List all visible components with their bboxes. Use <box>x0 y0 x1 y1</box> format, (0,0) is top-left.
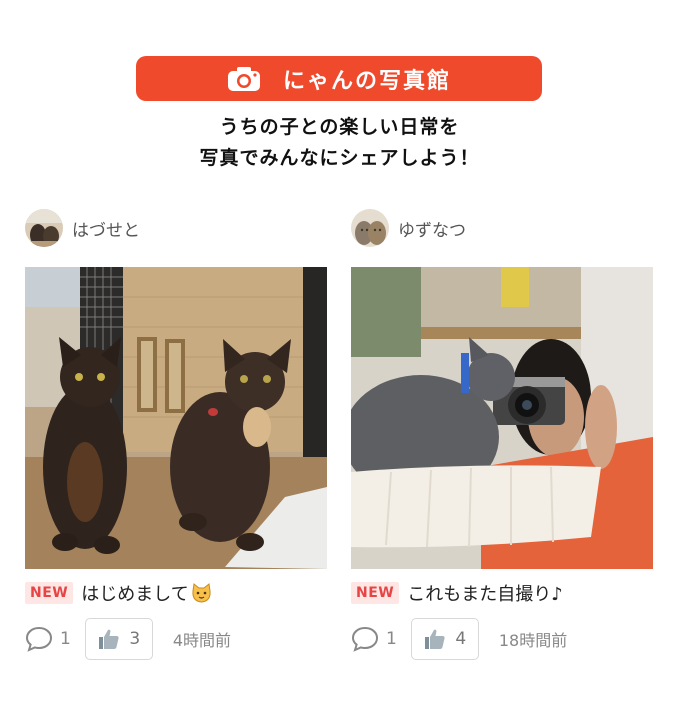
post-author[interactable]: ゆずなつ <box>351 208 653 248</box>
comment-count: 1 <box>386 629 397 649</box>
post-time: 4時間前 <box>172 631 232 650</box>
post-photo[interactable] <box>25 267 327 569</box>
post-author[interactable]: はづせと <box>25 208 327 248</box>
banner-title: にゃんの写真館 <box>282 68 451 94</box>
thumbs-up-icon <box>99 629 120 649</box>
site-banner: にゃんの写真館 <box>136 56 542 101</box>
post-actions: 1 4 18時間前 <box>351 618 567 660</box>
comment-button[interactable]: 1 <box>25 626 71 652</box>
avatar[interactable] <box>351 209 389 247</box>
post-title[interactable]: はじめまして <box>81 580 211 606</box>
comment-icon <box>25 626 53 652</box>
post-card[interactable]: はづせと NEW はじめまして 1 3 4時間前 <box>25 208 327 660</box>
post-actions: 1 3 4時間前 <box>25 618 231 660</box>
comment-button[interactable]: 1 <box>351 626 397 652</box>
new-badge: NEW <box>351 582 400 604</box>
post-photo[interactable] <box>351 267 653 569</box>
new-badge: NEW <box>25 582 74 604</box>
avatar[interactable] <box>25 209 63 247</box>
tagline: うちの子との楽しい日常を 写真でみんなにシェアしよう！ <box>0 112 679 174</box>
username[interactable]: はづせと <box>72 216 140 241</box>
thumbs-up-icon <box>425 629 446 649</box>
camera-icon <box>227 66 260 91</box>
tagline-line-2: 写真でみんなにシェアしよう！ <box>199 147 480 169</box>
cat-face-emoji <box>192 583 211 603</box>
tagline-line-1: うちの子との楽しい日常を <box>219 116 460 138</box>
post-title[interactable]: これもまた自撮り♪ <box>407 580 563 606</box>
comment-count: 1 <box>60 629 71 649</box>
username[interactable]: ゆずなつ <box>398 216 466 241</box>
post-card[interactable]: ゆずなつ NEW これもまた自撮り♪ 1 4 18時間前 <box>351 208 653 660</box>
comment-icon <box>351 626 379 652</box>
like-count: 4 <box>455 629 467 649</box>
post-time: 18時間前 <box>498 631 568 650</box>
like-button[interactable]: 3 <box>84 618 153 660</box>
like-button[interactable]: 4 <box>410 618 479 660</box>
post-title-row[interactable]: NEW はじめまして <box>25 580 345 606</box>
like-count: 3 <box>129 629 141 649</box>
post-title-row[interactable]: NEW これもまた自撮り♪ <box>351 580 671 606</box>
